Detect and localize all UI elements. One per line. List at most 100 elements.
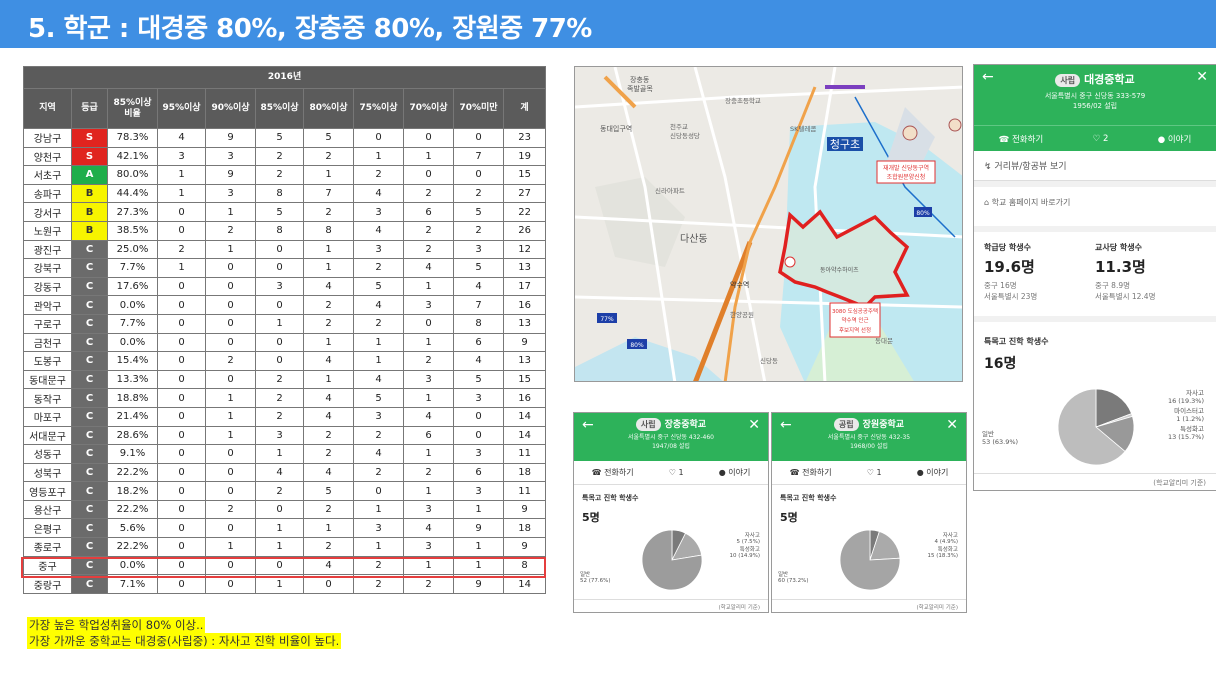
value-cell: 0 (255, 239, 304, 260)
school-name: 장충중학교 (664, 420, 707, 430)
value-cell: 28.6% (107, 425, 158, 446)
district-cell: 동작구 (23, 388, 72, 408)
district-cell: 은평구 (23, 518, 72, 539)
map-label-redev2: 조합원분양신청 (887, 173, 926, 181)
value-cell: 5 (453, 369, 504, 390)
value-cell: 0.0% (107, 295, 158, 315)
district-cell: 용산구 (23, 499, 72, 520)
col-header: 95%이상 (157, 88, 206, 129)
close-icon[interactable]: ✕ (946, 417, 958, 433)
teacher-ratio-label: 교사당 학생수 (1095, 243, 1142, 252)
student-stats: 학급당 학생수 19.6명 중구 16명 서울특별시 23명 교사당 학생수 1… (974, 232, 1216, 302)
back-arrow-icon[interactable]: ← (780, 417, 792, 433)
map-label-silla: 신라아파트 (655, 186, 685, 195)
district-table: 2016년 지역 등급 85%이상 비율 95%이상 90%이상 85%이상 80%이상 75… (22, 66, 547, 594)
talk-button[interactable]: ● 이야기 (917, 467, 949, 478)
advance-value: 5명 (582, 511, 600, 524)
value-cell: 3 (403, 295, 454, 315)
call-button[interactable]: ☎ 전화하기 (592, 467, 634, 478)
value-cell: 2 (303, 499, 354, 520)
value-cell: 5 (453, 202, 504, 222)
neighborhood-map[interactable]: 청구초 재개발 신당동구역 조합원분양신청 3080 도심공공주택 약수역 인근… (574, 66, 963, 382)
value-cell: 2 (255, 406, 304, 427)
homepage-link[interactable]: ⌂ 학교 홈페이지 바로가기 (974, 187, 1216, 218)
district-cell: 송파구 (23, 183, 72, 204)
school-type-badge: 사립 (635, 418, 661, 431)
value-cell: 23 (502, 128, 547, 148)
map-label-sk: SK텔레콤 (790, 124, 816, 133)
value-cell: 1 (303, 332, 354, 353)
pie-label-general: 일반 (778, 572, 789, 578)
location-pin-icon[interactable] (784, 256, 796, 268)
pie-value-meister: 1 (1.2%) (1176, 415, 1204, 423)
value-cell: 4 (353, 183, 404, 204)
value-cell: 9 (205, 165, 256, 185)
value-cell: 0 (205, 276, 256, 297)
col-header: 등급 (71, 88, 108, 129)
map-label-market: 한양공원 (730, 310, 754, 319)
close-icon[interactable]: ✕ (1196, 69, 1208, 85)
like-button[interactable]: ♡ 1 (867, 468, 882, 477)
district-cell: 양천구 (23, 146, 72, 167)
call-button[interactable]: ☎ 전화하기 (790, 467, 832, 478)
junggu-highlight-box (21, 557, 546, 578)
call-button[interactable]: ☎ 전화하기 (999, 133, 1044, 145)
grade-cell: C (71, 351, 108, 371)
back-arrow-icon[interactable]: ← (982, 69, 994, 85)
value-cell: 3 (353, 406, 404, 427)
class-size-city: 서울특별시 23명 (984, 292, 1038, 301)
value-cell: 3 (255, 425, 304, 446)
value-cell: 22.2% (107, 462, 158, 483)
value-cell: 0 (157, 462, 206, 483)
value-cell: 0 (157, 388, 206, 408)
value-cell: 0 (353, 481, 404, 501)
map-label-cheonggu: 청구초 (830, 138, 860, 151)
pie-label-general: 일반 (580, 572, 591, 578)
table-row: 노원구 B 38.5% 0 2 8 8 4 2 2 26 (23, 220, 547, 241)
value-cell: 0 (157, 481, 206, 501)
table-row: 동대문구 C 13.3% 0 0 2 1 4 3 5 15 (23, 369, 547, 390)
value-cell: 3 (453, 239, 504, 260)
advance-label: 특목고 진학 학생수 (582, 494, 639, 502)
district-cell: 강남구 (23, 128, 72, 148)
heart-icon: ♡ (1092, 133, 1101, 144)
pie-label-meister: 마이스터고 (1174, 407, 1204, 415)
class-size-label: 학급당 학생수 (984, 243, 1031, 252)
heart-icon: ♡ (668, 468, 676, 477)
value-cell: 1 (403, 388, 454, 408)
table-row: 강남구 S 78.3% 4 9 5 5 0 0 0 23 (23, 128, 547, 148)
value-cell: 4 (353, 369, 404, 390)
value-cell: 1 (205, 202, 256, 222)
value-cell: 0 (205, 462, 256, 483)
value-cell: 3 (353, 202, 404, 222)
grade-cell: C (71, 425, 108, 446)
value-cell: 80.0% (107, 165, 158, 185)
value-cell: 0 (453, 128, 504, 148)
value-cell: 9 (502, 332, 547, 353)
table-row: 양천구 S 42.1% 3 3 2 2 1 1 7 19 (23, 146, 547, 167)
like-button[interactable]: ♡ 2 (1093, 134, 1109, 144)
like-button[interactable]: ♡ 1 (669, 468, 684, 477)
streetview-link[interactable]: ↯ 거리뷰/항공뷰 보기 (974, 151, 1216, 181)
back-arrow-icon[interactable]: ← (582, 417, 594, 433)
value-cell: 27.3% (107, 202, 158, 222)
talk-button[interactable]: ● 이야기 (719, 467, 751, 478)
map-canvas[interactable]: 청구초 재개발 신당동구역 조합원분양신청 3080 도심공공주택 약수역 인근… (575, 67, 963, 382)
district-cell: 동대문구 (23, 369, 72, 390)
school-address: 서울특별시 중구 신당동 432-35 (827, 434, 911, 441)
value-cell: 11 (502, 444, 547, 464)
close-icon[interactable]: ✕ (748, 417, 760, 433)
value-cell: 7.7% (107, 258, 158, 278)
pie-value-special: 15 (18.3%) (927, 553, 958, 559)
grade-cell: C (71, 518, 108, 539)
talk-button[interactable]: ● 이야기 (1158, 133, 1192, 145)
pie-label-general: 일반 (982, 430, 994, 438)
value-cell: 3 (403, 537, 454, 557)
value-cell: 0 (157, 537, 206, 557)
value-cell: 16 (502, 295, 547, 315)
value-cell: 1 (353, 332, 404, 353)
value-cell: 2 (303, 425, 354, 446)
table-row: 서초구 A 80.0% 1 9 2 1 2 0 0 15 (23, 165, 547, 185)
school-address: 서울특별시 중구 신당동 333-579 (1044, 92, 1146, 100)
value-cell: 2 (303, 313, 354, 334)
